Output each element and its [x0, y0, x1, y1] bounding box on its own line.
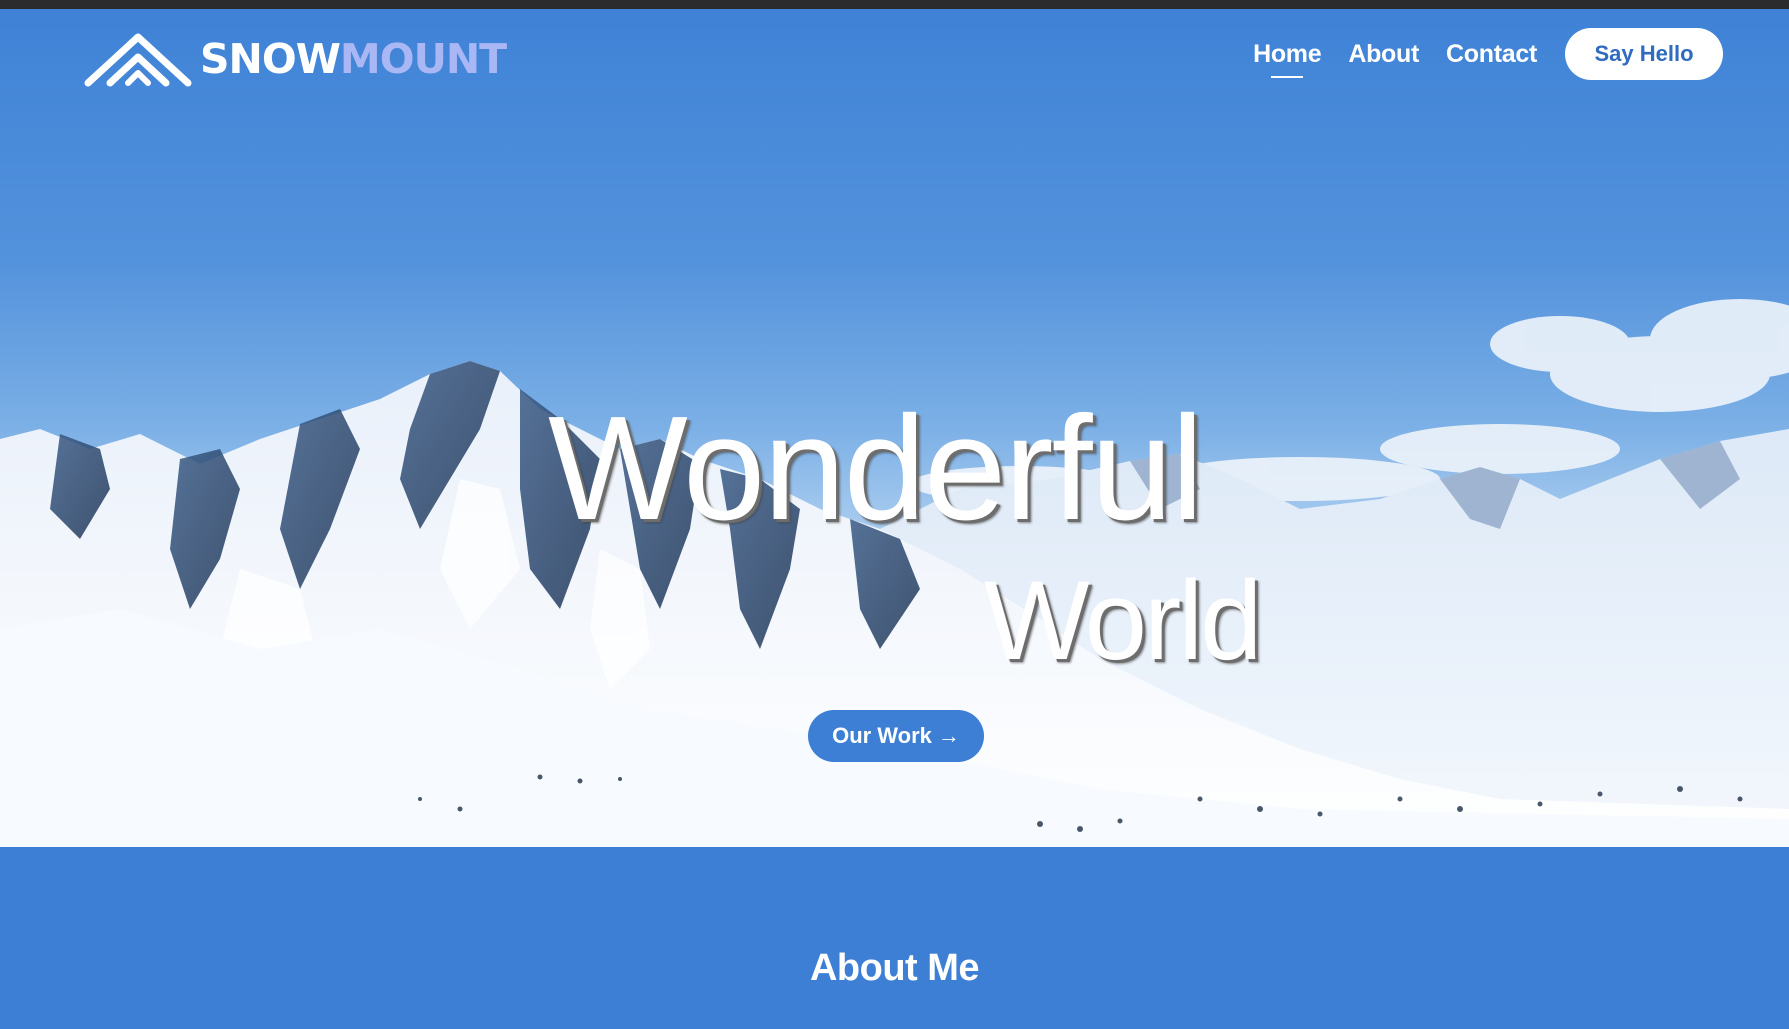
nav-link-contact[interactable]: Contact — [1446, 40, 1537, 69]
our-work-label: Our Work — [832, 723, 932, 748]
nav-link-home[interactable]: Home — [1253, 40, 1322, 78]
brand-name-part2: MOUNT — [339, 34, 507, 83]
hero-headline-line2: World — [984, 558, 1262, 684]
mountain-logo-icon — [84, 33, 192, 87]
about-section: About Me — [0, 847, 1789, 1029]
arrow-right-icon: → — [937, 723, 960, 748]
nav-links: Home About Contact Say Hello — [1253, 9, 1789, 99]
brand-logo[interactable]: SNOWMOUNT — [84, 27, 507, 91]
about-section-title: About Me — [809, 947, 980, 989]
top-navigation: SNOWMOUNT Home About Contact Say Hello — [0, 9, 1789, 99]
our-work-button[interactable]: Our Work → — [808, 710, 984, 762]
hero-headline-line1: Wonderful — [548, 386, 1204, 552]
nav-link-about[interactable]: About — [1348, 40, 1419, 69]
browser-top-strip — [0, 0, 1789, 9]
page: SNOWMOUNT Home About Contact Say Hello W… — [0, 0, 1789, 1029]
say-hello-button[interactable]: Say Hello — [1565, 28, 1723, 80]
brand-name-part1: SNOW — [200, 34, 341, 83]
brand-name: SNOWMOUNT — [200, 38, 507, 80]
